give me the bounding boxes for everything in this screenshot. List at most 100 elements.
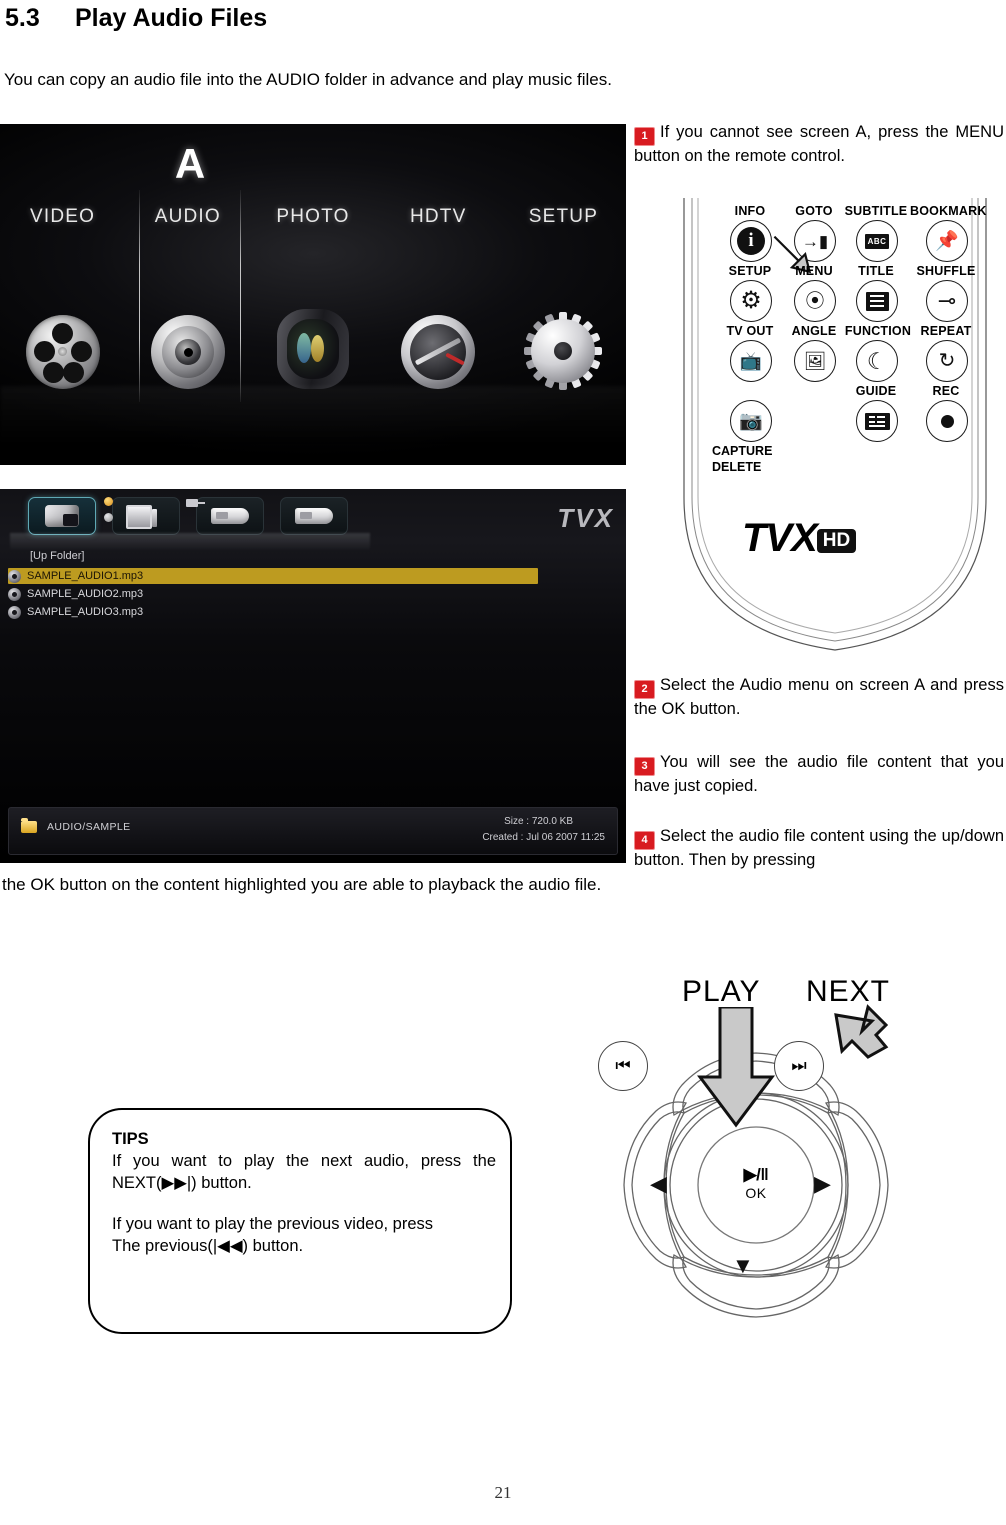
usb-plug-icon bbox=[295, 508, 333, 524]
shuffle-button[interactable]: ⊸ bbox=[926, 280, 968, 322]
subtitle-icon: ABC bbox=[865, 233, 889, 249]
ok-button[interactable]: ▶/‖ OK bbox=[700, 1165, 812, 1201]
remote-label-rec: REC bbox=[932, 384, 960, 398]
previous-track-icon: ⏮ bbox=[615, 1056, 631, 1075]
film-reel-icon bbox=[25, 315, 100, 389]
gear-icon bbox=[524, 312, 603, 390]
remote-label-info: INFO bbox=[734, 204, 766, 218]
capture-button[interactable]: 📷 bbox=[730, 400, 772, 442]
menu-button[interactable]: ⦿ bbox=[794, 280, 836, 322]
play-callout-label: PLAY bbox=[682, 975, 761, 1008]
audio-file-list: SAMPLE_AUDIO1.mp3 SAMPLE_AUDIO2.mp3 SAMP… bbox=[8, 568, 618, 622]
step-number-badge: 3 bbox=[634, 757, 655, 776]
previous-button[interactable]: ⏮ bbox=[598, 1041, 648, 1091]
tips-box: TIPS If you want to play the next audio,… bbox=[88, 1108, 512, 1334]
subtitle-button[interactable]: ABC bbox=[856, 220, 898, 262]
next-button[interactable]: ⏭ bbox=[774, 1041, 824, 1091]
record-dot-icon bbox=[940, 414, 954, 428]
guide-button[interactable] bbox=[856, 400, 898, 442]
usb-tab-1[interactable] bbox=[196, 497, 264, 535]
remote-label-repeat: REPEAT bbox=[920, 324, 972, 338]
down-arrow-icon[interactable]: ▼ bbox=[732, 1255, 754, 1277]
step-2: 2 Select the Audio menu on screen A and p… bbox=[634, 675, 1004, 721]
list-item[interactable]: SAMPLE_AUDIO3.mp3 bbox=[8, 604, 618, 620]
icon-cell-hdtv bbox=[376, 279, 501, 389]
step-text: Select the Audio menu on screen A and pr… bbox=[634, 676, 1004, 718]
gear-icon: ⚙ bbox=[740, 287, 762, 314]
bookmark-button[interactable]: 📌 bbox=[926, 220, 968, 262]
tips-title: TIPS bbox=[112, 1130, 149, 1148]
tips-line-1: If you want to play the next audio, pres… bbox=[112, 1152, 496, 1193]
status-bar: AUDIO/SAMPLE Size : 720.0 KB Created : J… bbox=[8, 807, 618, 855]
setup-button[interactable]: ⚙ bbox=[730, 280, 772, 322]
navigation-pad-diagram: PLAY NEXT ⏮ ⏭ ◀ ▶ ▼ ▶/‖ OK bbox=[576, 975, 996, 1318]
left-arrow-icon[interactable]: ◀ bbox=[650, 1173, 667, 1195]
continuation-line: the OK button on the content highlighted… bbox=[2, 875, 602, 894]
menu-item-photo[interactable]: PHOTO bbox=[250, 206, 375, 228]
menu-item-audio[interactable]: AUDIO bbox=[125, 206, 250, 228]
tab-reflection bbox=[10, 533, 370, 551]
rec-button[interactable] bbox=[926, 400, 968, 442]
main-menu-icons bbox=[0, 279, 626, 390]
audio-disc-icon bbox=[8, 569, 21, 583]
function-button[interactable]: ☾ bbox=[856, 340, 898, 382]
list-item[interactable]: SAMPLE_AUDIO2.mp3 bbox=[8, 586, 618, 602]
remote-label-subtitle: SUBTITLE bbox=[844, 204, 908, 218]
icon-reflection bbox=[0, 386, 626, 446]
file-created-label: Created : Jul 06 2007 11:25 bbox=[482, 832, 605, 843]
page-title: 5.3 Play Audio Files bbox=[5, 4, 267, 33]
icon-cell-photo bbox=[250, 279, 375, 389]
step-number-badge: 1 bbox=[634, 127, 655, 146]
dial-icon bbox=[401, 315, 476, 389]
icon-cell-audio bbox=[125, 279, 250, 389]
remote-label-guide: GUIDE bbox=[855, 384, 897, 398]
title-button[interactable] bbox=[856, 280, 898, 322]
main-menu-labels: VIDEO AUDIO PHOTO HDTV SETUP bbox=[0, 206, 626, 228]
hdd-badge-warning-icon bbox=[104, 497, 113, 506]
section-number: 5.3 bbox=[5, 4, 40, 32]
tips-content: TIPS If you want to play the next audio,… bbox=[112, 1128, 496, 1258]
remote-label-angle: ANGLE bbox=[791, 324, 837, 338]
screenshot-file-browser: TVX [Up Folder] SAMPLE_AUDIO1.mp3 SAMPLE… bbox=[0, 489, 626, 863]
info-icon: i bbox=[737, 227, 765, 255]
up-folder-entry[interactable]: [Up Folder] bbox=[30, 550, 84, 562]
tv-out-icon: 📺 bbox=[739, 351, 763, 371]
current-path: AUDIO/SAMPLE bbox=[47, 821, 131, 833]
info-button[interactable]: i bbox=[730, 220, 772, 262]
menu-item-setup[interactable]: SETUP bbox=[501, 206, 626, 228]
remote-label-bookmark: BOOKMARK bbox=[910, 204, 987, 218]
hdd-tab[interactable] bbox=[28, 497, 96, 535]
step-3: 3 You will see the audio file content tha… bbox=[634, 752, 1004, 798]
icon-cell-video bbox=[0, 279, 125, 389]
menu-sparkle-icon: ⦿ bbox=[805, 290, 825, 312]
play-callout-arrow-icon bbox=[697, 1007, 775, 1128]
ok-label: OK bbox=[745, 1185, 767, 1201]
menu-item-hdtv[interactable]: HDTV bbox=[376, 206, 501, 228]
step-1: 1 If you cannot see screen A, press the M… bbox=[634, 122, 1004, 168]
screen-a-overlay-label: A bbox=[174, 140, 206, 187]
title-list-icon bbox=[865, 291, 889, 311]
repeat-button[interactable]: ↻ bbox=[926, 340, 968, 382]
remote-label-function: FUNCTION bbox=[844, 324, 912, 338]
folder-icon bbox=[21, 818, 37, 833]
angle-button[interactable]: 🖼 bbox=[794, 340, 836, 382]
right-arrow-icon[interactable]: ▶ bbox=[814, 1173, 831, 1195]
usb-tab-2[interactable] bbox=[280, 497, 348, 535]
network-badge-icon bbox=[186, 499, 205, 507]
hdd-badge-info-icon bbox=[104, 513, 113, 522]
tv-out-button[interactable]: 📺 bbox=[730, 340, 772, 382]
usb-plug-icon bbox=[211, 508, 249, 524]
file-name: SAMPLE_AUDIO1.mp3 bbox=[27, 570, 144, 582]
icon-cell-setup bbox=[501, 279, 626, 390]
step-text: Select the audio file content using the … bbox=[634, 827, 1004, 869]
speaker-icon bbox=[150, 315, 225, 389]
menu-item-video[interactable]: VIDEO bbox=[0, 206, 125, 228]
remote-label-tv-out: TV OUT bbox=[726, 324, 774, 338]
tips-line-2: If you want to play the previous video, … bbox=[112, 1215, 434, 1234]
next-track-icon: ⏭ bbox=[791, 1056, 807, 1075]
shuffle-icon: ⊸ bbox=[937, 288, 957, 313]
repeat-icon: ↻ bbox=[938, 350, 956, 372]
list-item[interactable]: SAMPLE_AUDIO1.mp3 bbox=[8, 568, 538, 584]
remote-label-menu: MENU bbox=[795, 264, 833, 278]
network-tab[interactable] bbox=[112, 497, 180, 535]
